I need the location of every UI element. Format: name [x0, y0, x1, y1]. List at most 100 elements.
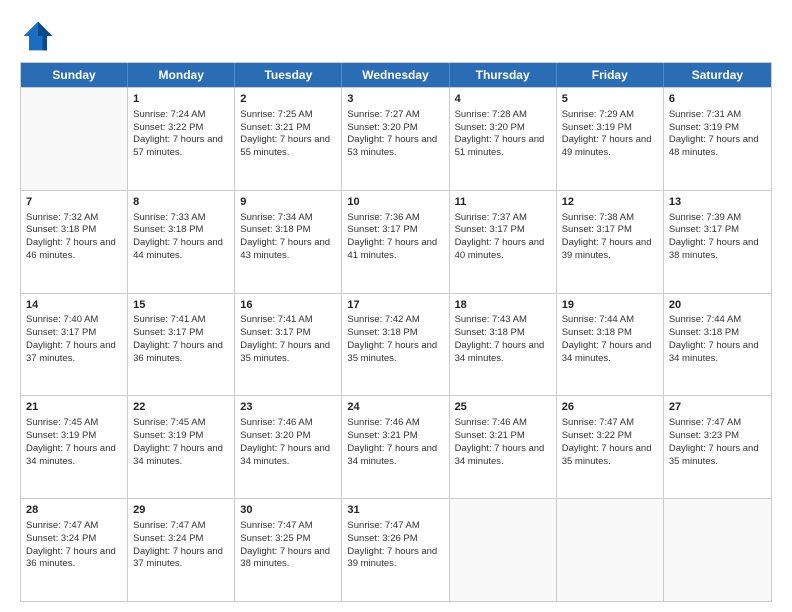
- sunrise-info: Sunrise: 7:41 AM: [240, 314, 312, 325]
- sunrise-info: Sunrise: 7:45 AM: [133, 417, 205, 428]
- day-number: 22: [133, 400, 229, 415]
- calendar-cell: 12 Sunrise: 7:38 AM Sunset: 3:17 PM Dayl…: [557, 191, 664, 293]
- sunrise-info: Sunrise: 7:44 AM: [562, 314, 634, 325]
- calendar-cell: 20 Sunrise: 7:44 AM Sunset: 3:18 PM Dayl…: [664, 294, 771, 396]
- day-number: 17: [347, 298, 443, 313]
- sunrise-info: Sunrise: 7:24 AM: [133, 109, 205, 120]
- sunset-info: Sunset: 3:20 PM: [455, 122, 525, 133]
- day-of-week-header: Wednesday: [342, 63, 449, 87]
- sunset-info: Sunset: 3:23 PM: [669, 430, 739, 441]
- day-number: 4: [455, 92, 551, 107]
- daylight-info: Daylight: 7 hours and 41 minutes.: [347, 237, 437, 261]
- calendar-cell: [664, 499, 771, 601]
- calendar-cell: 2 Sunrise: 7:25 AM Sunset: 3:21 PM Dayli…: [235, 88, 342, 190]
- daylight-info: Daylight: 7 hours and 35 minutes.: [562, 443, 652, 467]
- day-number: 11: [455, 195, 551, 210]
- calendar-cell: 5 Sunrise: 7:29 AM Sunset: 3:19 PM Dayli…: [557, 88, 664, 190]
- calendar-week: 14 Sunrise: 7:40 AM Sunset: 3:17 PM Dayl…: [21, 293, 771, 396]
- page: SundayMondayTuesdayWednesdayThursdayFrid…: [0, 0, 792, 612]
- sunrise-info: Sunrise: 7:25 AM: [240, 109, 312, 120]
- calendar-cell: 19 Sunrise: 7:44 AM Sunset: 3:18 PM Dayl…: [557, 294, 664, 396]
- daylight-info: Daylight: 7 hours and 34 minutes.: [240, 443, 330, 467]
- day-number: 1: [133, 92, 229, 107]
- calendar-header: SundayMondayTuesdayWednesdayThursdayFrid…: [21, 63, 771, 87]
- sunset-info: Sunset: 3:17 PM: [240, 327, 310, 338]
- calendar-week: 21 Sunrise: 7:45 AM Sunset: 3:19 PM Dayl…: [21, 395, 771, 498]
- logo: [20, 18, 60, 54]
- sunset-info: Sunset: 3:17 PM: [562, 224, 632, 235]
- sunrise-info: Sunrise: 7:39 AM: [669, 212, 741, 223]
- sunset-info: Sunset: 3:18 PM: [133, 224, 203, 235]
- daylight-info: Daylight: 7 hours and 38 minutes.: [240, 546, 330, 570]
- sunset-info: Sunset: 3:19 PM: [133, 430, 203, 441]
- calendar: SundayMondayTuesdayWednesdayThursdayFrid…: [20, 62, 772, 602]
- daylight-info: Daylight: 7 hours and 57 minutes.: [133, 134, 223, 158]
- day-number: 18: [455, 298, 551, 313]
- daylight-info: Daylight: 7 hours and 35 minutes.: [347, 340, 437, 364]
- day-number: 3: [347, 92, 443, 107]
- day-of-week-header: Saturday: [664, 63, 771, 87]
- daylight-info: Daylight: 7 hours and 46 minutes.: [26, 237, 116, 261]
- calendar-cell: 25 Sunrise: 7:46 AM Sunset: 3:21 PM Dayl…: [450, 396, 557, 498]
- calendar-cell: 18 Sunrise: 7:43 AM Sunset: 3:18 PM Dayl…: [450, 294, 557, 396]
- sunrise-info: Sunrise: 7:31 AM: [669, 109, 741, 120]
- day-number: 20: [669, 298, 766, 313]
- sunrise-info: Sunrise: 7:27 AM: [347, 109, 419, 120]
- calendar-cell: 16 Sunrise: 7:41 AM Sunset: 3:17 PM Dayl…: [235, 294, 342, 396]
- daylight-info: Daylight: 7 hours and 39 minutes.: [562, 237, 652, 261]
- calendar-cell: 4 Sunrise: 7:28 AM Sunset: 3:20 PM Dayli…: [450, 88, 557, 190]
- day-number: 7: [26, 195, 122, 210]
- day-number: 31: [347, 503, 443, 518]
- sunset-info: Sunset: 3:24 PM: [133, 533, 203, 544]
- sunset-info: Sunset: 3:19 PM: [669, 122, 739, 133]
- daylight-info: Daylight: 7 hours and 37 minutes.: [133, 546, 223, 570]
- daylight-info: Daylight: 7 hours and 36 minutes.: [133, 340, 223, 364]
- sunrise-info: Sunrise: 7:29 AM: [562, 109, 634, 120]
- daylight-info: Daylight: 7 hours and 39 minutes.: [347, 546, 437, 570]
- sunrise-info: Sunrise: 7:45 AM: [26, 417, 98, 428]
- calendar-cell: [450, 499, 557, 601]
- daylight-info: Daylight: 7 hours and 43 minutes.: [240, 237, 330, 261]
- sunrise-info: Sunrise: 7:28 AM: [455, 109, 527, 120]
- day-number: 21: [26, 400, 122, 415]
- calendar-cell: 10 Sunrise: 7:36 AM Sunset: 3:17 PM Dayl…: [342, 191, 449, 293]
- daylight-info: Daylight: 7 hours and 37 minutes.: [26, 340, 116, 364]
- sunrise-info: Sunrise: 7:46 AM: [347, 417, 419, 428]
- calendar-cell: 24 Sunrise: 7:46 AM Sunset: 3:21 PM Dayl…: [342, 396, 449, 498]
- calendar-cell: 26 Sunrise: 7:47 AM Sunset: 3:22 PM Dayl…: [557, 396, 664, 498]
- sunset-info: Sunset: 3:18 PM: [347, 327, 417, 338]
- sunset-info: Sunset: 3:19 PM: [562, 122, 632, 133]
- day-number: 9: [240, 195, 336, 210]
- sunrise-info: Sunrise: 7:47 AM: [133, 520, 205, 531]
- sunset-info: Sunset: 3:21 PM: [240, 122, 310, 133]
- calendar-cell: 9 Sunrise: 7:34 AM Sunset: 3:18 PM Dayli…: [235, 191, 342, 293]
- daylight-info: Daylight: 7 hours and 34 minutes.: [455, 443, 545, 467]
- sunset-info: Sunset: 3:17 PM: [133, 327, 203, 338]
- sunset-info: Sunset: 3:21 PM: [347, 430, 417, 441]
- sunrise-info: Sunrise: 7:47 AM: [240, 520, 312, 531]
- day-number: 12: [562, 195, 658, 210]
- day-number: 27: [669, 400, 766, 415]
- sunset-info: Sunset: 3:17 PM: [26, 327, 96, 338]
- day-number: 28: [26, 503, 122, 518]
- calendar-cell: 31 Sunrise: 7:47 AM Sunset: 3:26 PM Dayl…: [342, 499, 449, 601]
- calendar-cell: [557, 499, 664, 601]
- sunset-info: Sunset: 3:17 PM: [455, 224, 525, 235]
- sunrise-info: Sunrise: 7:47 AM: [562, 417, 634, 428]
- calendar-cell: 17 Sunrise: 7:42 AM Sunset: 3:18 PM Dayl…: [342, 294, 449, 396]
- sunset-info: Sunset: 3:25 PM: [240, 533, 310, 544]
- calendar-cell: 27 Sunrise: 7:47 AM Sunset: 3:23 PM Dayl…: [664, 396, 771, 498]
- header: [20, 18, 772, 54]
- daylight-info: Daylight: 7 hours and 40 minutes.: [455, 237, 545, 261]
- day-of-week-header: Sunday: [21, 63, 128, 87]
- day-number: 14: [26, 298, 122, 313]
- calendar-cell: 13 Sunrise: 7:39 AM Sunset: 3:17 PM Dayl…: [664, 191, 771, 293]
- sunrise-info: Sunrise: 7:33 AM: [133, 212, 205, 223]
- day-of-week-header: Friday: [557, 63, 664, 87]
- day-number: 25: [455, 400, 551, 415]
- day-number: 6: [669, 92, 766, 107]
- day-number: 16: [240, 298, 336, 313]
- sunrise-info: Sunrise: 7:43 AM: [455, 314, 527, 325]
- sunrise-info: Sunrise: 7:34 AM: [240, 212, 312, 223]
- day-of-week-header: Thursday: [450, 63, 557, 87]
